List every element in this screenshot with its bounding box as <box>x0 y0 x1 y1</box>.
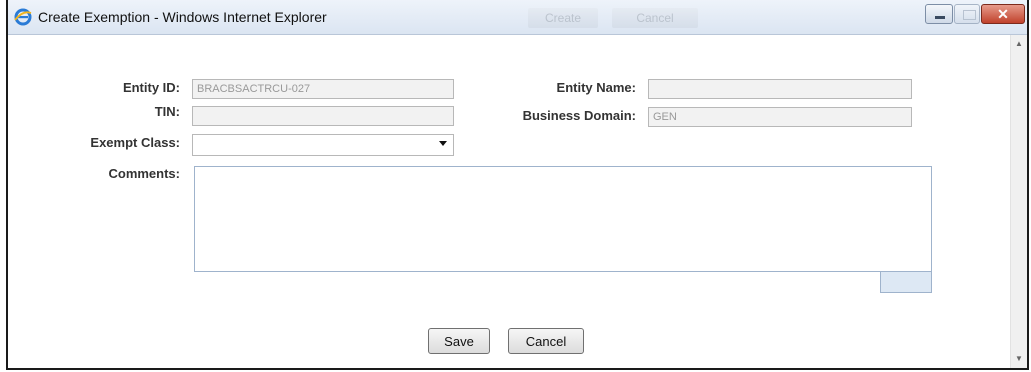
close-button[interactable]: ✕ <box>981 4 1025 24</box>
save-button[interactable]: Save <box>428 328 490 354</box>
dialog-content: Entity ID: Entity Name: TIN: Business Do… <box>8 35 1027 368</box>
title-bar: Create Exemption - Windows Internet Expl… <box>8 0 1027 35</box>
scroll-up-icon[interactable]: ▲ <box>1011 37 1027 51</box>
exempt-class-select[interactable] <box>192 134 454 156</box>
textarea-resize-handle[interactable] <box>880 271 932 293</box>
entity-name-label: Entity Name: <box>556 80 636 95</box>
maximize-icon <box>963 10 976 20</box>
business-domain-field[interactable] <box>648 107 912 127</box>
exempt-class-label: Exempt Class: <box>90 135 180 150</box>
entity-name-field[interactable] <box>648 79 912 99</box>
entity-id-label: Entity ID: <box>122 80 180 95</box>
ie-icon <box>14 8 32 26</box>
ghost-cancel-button: Cancel <box>612 8 698 28</box>
browser-window: Create Exemption - Windows Internet Expl… <box>6 0 1029 370</box>
scroll-down-icon[interactable]: ▼ <box>1011 352 1027 366</box>
cancel-button[interactable]: Cancel <box>508 328 584 354</box>
vertical-scrollbar[interactable]: ▲ ▼ <box>1010 35 1027 368</box>
minimize-icon <box>935 16 945 19</box>
comments-label: Comments: <box>108 166 180 181</box>
minimize-button[interactable] <box>925 4 953 24</box>
comments-textarea[interactable] <box>194 166 932 272</box>
maximize-button[interactable] <box>954 4 980 24</box>
close-icon: ✕ <box>997 6 1009 22</box>
dropdown-arrow-icon <box>439 141 447 146</box>
tin-label: TIN: <box>154 104 180 119</box>
entity-id-field[interactable] <box>192 79 454 99</box>
ghost-create-button: Create <box>528 8 598 28</box>
business-domain-label: Business Domain: <box>522 108 636 123</box>
window-title: Create Exemption - Windows Internet Expl… <box>38 9 327 25</box>
tin-field[interactable] <box>192 106 454 126</box>
